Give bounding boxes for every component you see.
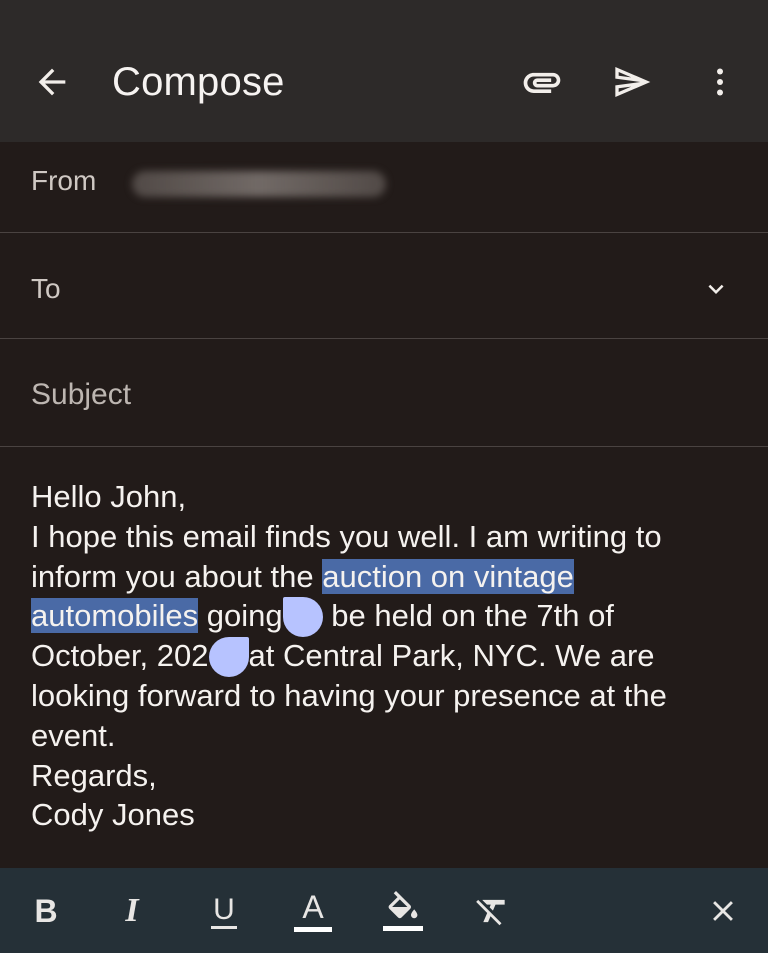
fill-color-icon (388, 891, 418, 919)
body-text: be held on the 7th of (322, 598, 614, 634)
selected-text: automobiles (31, 598, 199, 634)
from-address-redacted (132, 171, 386, 197)
bold-icon: B (34, 892, 58, 929)
more-options-button[interactable] (700, 58, 740, 106)
body-line: inform you about the auction on vintage (31, 557, 743, 597)
more-vert-icon (717, 68, 723, 96)
italic-icon: I (125, 892, 139, 929)
body-line: Regards, (31, 756, 743, 796)
body-line: Hello John, (31, 477, 743, 517)
clear-format-icon (476, 899, 505, 926)
body-line: automobiles going be held on the 7th of (31, 596, 743, 638)
body-text: inform you about the (31, 558, 323, 594)
close-icon (713, 901, 733, 921)
text-color-button[interactable]: A (292, 888, 334, 934)
close-toolbar-button[interactable] (704, 888, 742, 934)
send-icon (615, 67, 651, 97)
arrow-back-icon (38, 68, 66, 96)
underline-icon: U (211, 893, 237, 929)
to-row[interactable]: To (0, 233, 768, 339)
from-row[interactable]: From (0, 142, 768, 233)
chevron-down-icon (708, 284, 724, 294)
body-text: October, 202 (31, 638, 209, 674)
body-line: I hope this email finds you well. I am w… (31, 517, 743, 557)
body-line: October, 202 at Central Park, NYC. We are (31, 636, 743, 678)
body-text: I hope this email finds you well. I am w… (31, 518, 662, 554)
italic-button[interactable]: I (112, 888, 152, 934)
body-text: Cody Jones (31, 797, 195, 833)
expand-recipients-button[interactable] (696, 269, 736, 309)
to-label: To (31, 273, 61, 304)
subject-input[interactable] (31, 375, 731, 415)
text-color-icon: A (302, 888, 324, 925)
body-text: event. (31, 717, 116, 753)
body-text: Hello John, (31, 479, 187, 514)
format-toolbar: B I U A (0, 868, 768, 953)
email-body[interactable]: Hello John, I hope this email finds you … (31, 477, 743, 835)
cursor-handle[interactable] (208, 637, 249, 678)
attach-button[interactable] (510, 58, 574, 106)
body-text: looking forward to having your presence … (31, 677, 667, 713)
body-text: Regards, (31, 757, 157, 793)
underline-button[interactable]: U (204, 888, 244, 934)
app-bar: Compose (0, 0, 768, 142)
from-label: From (31, 165, 97, 196)
fill-color-swatch (383, 926, 423, 931)
body-line: looking forward to having your presence … (31, 676, 743, 716)
subject-row (0, 339, 768, 447)
clear-format-button[interactable] (470, 888, 514, 934)
fill-color-button[interactable] (380, 888, 426, 934)
selection-end-handle[interactable] (282, 597, 323, 638)
body-text: going (198, 598, 283, 634)
body-line: Cody Jones (31, 795, 743, 835)
back-button[interactable] (22, 60, 82, 104)
body-text: at Central Park, NYC. We are (248, 638, 655, 674)
text-color-swatch (294, 926, 332, 932)
paperclip-icon (523, 72, 561, 93)
page-title: Compose (112, 60, 285, 104)
selected-text: auction on vintage (322, 558, 574, 594)
body-line: event. (31, 716, 743, 756)
bold-button[interactable]: B (26, 888, 66, 934)
send-button[interactable] (604, 58, 660, 106)
